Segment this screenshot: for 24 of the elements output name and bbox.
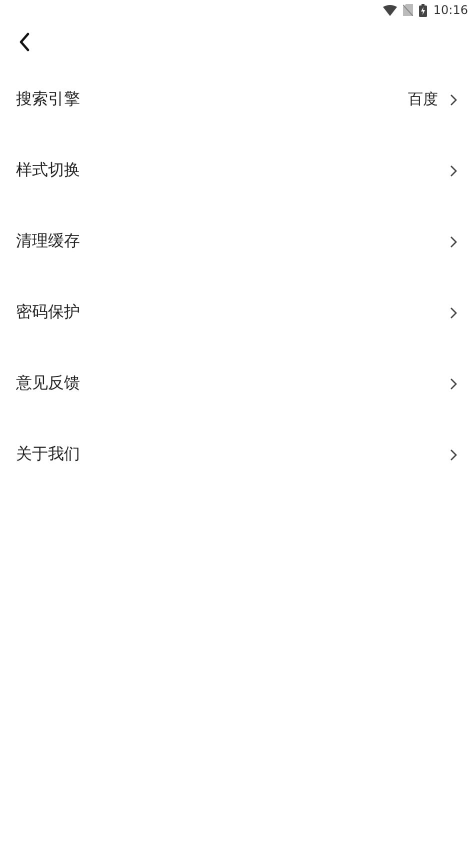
item-label: 样式切换 (16, 160, 81, 181)
chevron-icon (448, 376, 458, 390)
battery-icon (419, 4, 428, 16)
item-value: 百度 (408, 90, 438, 109)
clock-time: 10:16 (433, 3, 468, 17)
no-sim-icon (403, 4, 414, 16)
item-label: 清理缓存 (16, 231, 81, 252)
item-label: 搜索引擎 (16, 89, 81, 110)
settings-item[interactable]: 样式切换 (0, 135, 474, 206)
settings-item[interactable]: 清理缓存 (0, 206, 474, 277)
back-icon (18, 32, 30, 52)
settings-item[interactable]: 关于我们 (0, 419, 474, 490)
chevron-icon (448, 92, 458, 106)
wifi-icon (383, 4, 398, 16)
chevron-icon (448, 448, 458, 462)
settings-item[interactable]: 搜索引擎 百度 (0, 64, 474, 135)
item-label: 密码保护 (16, 302, 81, 323)
item-label: 意见反馈 (16, 373, 81, 394)
chevron-icon (448, 306, 458, 320)
chevron-icon (448, 234, 458, 248)
chevron-icon (448, 164, 458, 178)
item-label: 关于我们 (16, 444, 81, 465)
settings-item[interactable]: 意见反馈 (0, 348, 474, 419)
settings-item[interactable]: 密码保护 (0, 277, 474, 348)
